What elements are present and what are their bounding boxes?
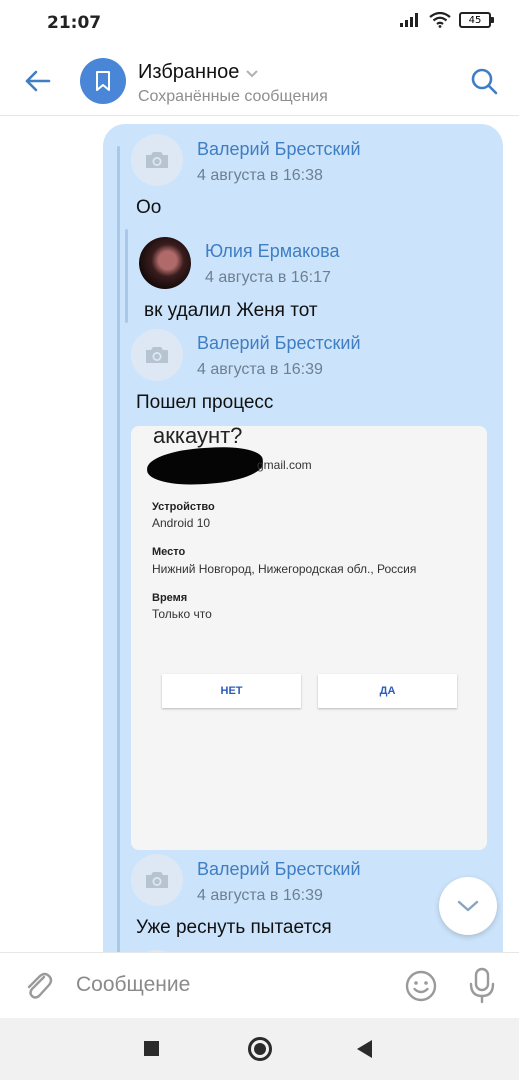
wifi-icon bbox=[429, 12, 451, 28]
screenshot-no-button: НЕТ bbox=[162, 674, 301, 708]
battery-indicator: 45 bbox=[459, 12, 494, 28]
author-name[interactable]: Юлия Ермакова bbox=[205, 241, 340, 262]
status-bar: 21:07 45 bbox=[0, 0, 519, 44]
system-nav-bar bbox=[0, 1018, 519, 1080]
message-text: вк удалил Женя тот bbox=[144, 300, 318, 321]
status-icons: 45 bbox=[399, 12, 494, 28]
chevron-down-icon bbox=[246, 69, 259, 77]
search-button[interactable] bbox=[467, 64, 501, 98]
bookmark-icon bbox=[96, 71, 110, 91]
author-name[interactable]: Валерий Брестский bbox=[197, 139, 361, 160]
message-text: Оо bbox=[136, 197, 162, 218]
scroll-down-button[interactable] bbox=[439, 877, 497, 935]
avatar[interactable] bbox=[131, 854, 183, 906]
avatar[interactable] bbox=[139, 237, 191, 289]
chat-title-button[interactable]: Избранное bbox=[138, 61, 259, 84]
recents-button[interactable] bbox=[144, 1041, 159, 1056]
message-date: 4 августа в 16:39 bbox=[197, 361, 323, 378]
attached-screenshot[interactable]: аккаунт? gmail.com Устройство Android 10… bbox=[131, 426, 487, 850]
message-input[interactable] bbox=[76, 967, 386, 1003]
avatar[interactable] bbox=[131, 329, 183, 381]
screenshot-question: аккаунт? bbox=[153, 426, 243, 448]
screenshot-yes-button: ДА bbox=[318, 674, 457, 708]
redaction-mark bbox=[146, 444, 264, 488]
chat-subtitle: Сохранённые сообщения bbox=[138, 88, 328, 105]
place-label: Место bbox=[152, 546, 186, 558]
back-button[interactable] bbox=[20, 64, 54, 98]
chevron-down-icon bbox=[457, 900, 479, 912]
home-button[interactable] bbox=[248, 1037, 272, 1061]
microphone-icon[interactable] bbox=[466, 967, 498, 1005]
message-date: 4 августа в 16:39 bbox=[197, 887, 323, 904]
camera-icon bbox=[146, 347, 168, 363]
message-text: Пошел процесс bbox=[136, 392, 274, 413]
message-text: Уже реснуть пытается bbox=[136, 917, 332, 938]
message-bubble[interactable]: Валерий Брестский 4 августа в 16:38 Оо Ю… bbox=[103, 124, 503, 974]
compose-bar bbox=[0, 952, 519, 1018]
author-name[interactable]: Валерий Брестский bbox=[197, 859, 361, 880]
system-back-button[interactable] bbox=[357, 1040, 372, 1058]
paperclip-icon[interactable] bbox=[20, 967, 56, 1003]
message-date: 4 августа в 16:17 bbox=[205, 269, 331, 286]
chat-title: Избранное bbox=[138, 61, 240, 83]
device-label: Устройство bbox=[152, 501, 215, 513]
camera-icon bbox=[146, 872, 168, 888]
camera-icon bbox=[146, 152, 168, 168]
device-value: Android 10 bbox=[152, 516, 211, 530]
chat-avatar[interactable] bbox=[80, 58, 126, 104]
home-dot bbox=[254, 1043, 266, 1055]
nested-forward-bar bbox=[125, 229, 128, 323]
screenshot-email: gmail.com bbox=[257, 458, 312, 472]
status-time: 21:07 bbox=[47, 13, 102, 33]
back-arrow-icon bbox=[25, 70, 51, 92]
search-icon bbox=[471, 68, 498, 95]
time-value: Только что bbox=[152, 607, 212, 621]
author-name[interactable]: Валерий Брестский bbox=[197, 333, 361, 354]
place-value: Нижний Новгород, Нижегородская обл., Рос… bbox=[152, 562, 417, 576]
signal-icon bbox=[400, 13, 418, 27]
avatar[interactable] bbox=[131, 134, 183, 186]
message-date: 4 августа в 16:38 bbox=[197, 167, 323, 184]
time-label: Время bbox=[152, 592, 188, 604]
smile-icon[interactable] bbox=[404, 969, 438, 1003]
forward-bar bbox=[117, 146, 120, 964]
chat-header: Избранное Сохранённые сообщения bbox=[0, 44, 519, 116]
